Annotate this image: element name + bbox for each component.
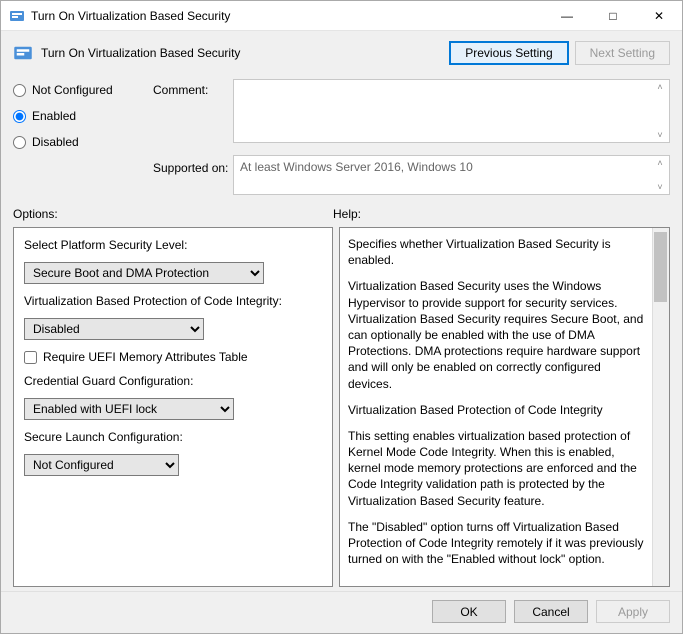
help-p1: Specifies whether Virtualization Based S… (348, 236, 645, 268)
policy-icon (13, 43, 33, 63)
help-panel: Specifies whether Virtualization Based S… (339, 227, 670, 587)
options-heading: Options: (13, 207, 333, 221)
radio-disabled[interactable]: Disabled (13, 135, 153, 149)
policy-title: Turn On Virtualization Based Security (41, 46, 443, 60)
window-title: Turn On Virtualization Based Security (31, 9, 544, 23)
radio-not-configured-input[interactable] (13, 84, 26, 97)
maximize-button[interactable]: □ (590, 1, 636, 30)
comment-textarea[interactable]: ˄˅ (233, 79, 670, 143)
help-p3: Virtualization Based Protection of Code … (348, 402, 645, 418)
uefi-checkbox-row[interactable]: Require UEFI Memory Attributes Table (24, 350, 322, 364)
titlebar: Turn On Virtualization Based Security ― … (1, 1, 682, 31)
platform-security-select[interactable]: Secure Boot and DMA Protection (24, 262, 264, 284)
footer: OK Cancel Apply (1, 591, 682, 633)
help-scroll-thumb[interactable] (654, 232, 667, 302)
uefi-checkbox-label: Require UEFI Memory Attributes Table (43, 350, 248, 364)
scroll-up-icon[interactable]: ˄ (653, 82, 667, 92)
section-labels: Options: Help: (1, 203, 682, 227)
uefi-checkbox[interactable] (24, 351, 37, 364)
header: Turn On Virtualization Based Security Pr… (1, 31, 682, 79)
scrollbar[interactable]: ˄˅ (653, 158, 667, 192)
radio-enabled[interactable]: Enabled (13, 109, 153, 123)
config-area: Not Configured Enabled Disabled Comment:… (1, 79, 682, 203)
supported-on-label: Supported on: (153, 155, 233, 175)
scroll-down-icon[interactable]: ˅ (653, 130, 667, 140)
help-p5: The "Disabled" option turns off Virtuali… (348, 519, 645, 568)
credential-guard-select[interactable]: Enabled with UEFI lock (24, 398, 234, 420)
supported-on-text: At least Windows Server 2016, Windows 10 (240, 160, 473, 174)
radio-disabled-label: Disabled (32, 135, 79, 149)
comment-label: Comment: (153, 79, 233, 97)
supported-on-box: At least Windows Server 2016, Windows 10… (233, 155, 670, 195)
panels: Select Platform Security Level: Secure B… (1, 227, 682, 591)
help-p2: Virtualization Based Security uses the W… (348, 278, 645, 391)
scrollbar[interactable]: ˄˅ (653, 82, 667, 140)
secure-launch-select[interactable]: Not Configured (24, 454, 179, 476)
help-p4: This setting enables virtualization base… (348, 428, 645, 509)
cancel-button[interactable]: Cancel (514, 600, 588, 623)
gpo-editor-window: Turn On Virtualization Based Security ― … (0, 0, 683, 634)
ok-button[interactable]: OK (432, 600, 506, 623)
help-scrollbar[interactable] (652, 228, 669, 586)
secure-launch-label: Secure Launch Configuration: (24, 430, 322, 444)
minimize-button[interactable]: ― (544, 1, 590, 30)
apply-button: Apply (596, 600, 670, 623)
radio-not-configured[interactable]: Not Configured (13, 83, 153, 97)
policy-icon (9, 8, 25, 24)
scroll-up-icon[interactable]: ˄ (653, 158, 667, 168)
vbpci-label: Virtualization Based Protection of Code … (24, 294, 322, 308)
credential-guard-label: Credential Guard Configuration: (24, 374, 322, 388)
platform-security-label: Select Platform Security Level: (24, 238, 322, 252)
radio-enabled-input[interactable] (13, 110, 26, 123)
help-heading: Help: (333, 207, 670, 221)
radio-enabled-label: Enabled (32, 109, 76, 123)
previous-setting-button[interactable]: Previous Setting (449, 41, 568, 65)
options-panel: Select Platform Security Level: Secure B… (13, 227, 333, 587)
next-setting-button: Next Setting (575, 41, 670, 65)
scroll-down-icon[interactable]: ˅ (653, 182, 667, 192)
close-button[interactable]: ✕ (636, 1, 682, 30)
radio-not-configured-label: Not Configured (32, 83, 113, 97)
vbpci-select[interactable]: Disabled (24, 318, 204, 340)
radio-disabled-input[interactable] (13, 136, 26, 149)
help-text: Specifies whether Virtualization Based S… (340, 228, 669, 586)
